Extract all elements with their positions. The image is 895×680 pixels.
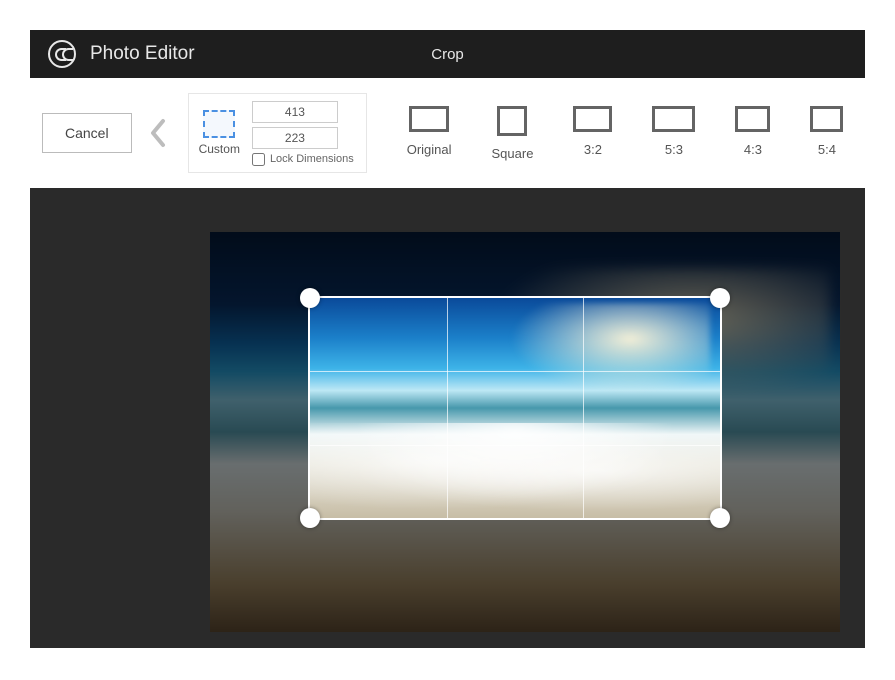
preset-4-3[interactable]: 4:3 (735, 106, 770, 161)
preset-shape-icon (409, 106, 449, 132)
custom-preset[interactable]: Custom (199, 110, 240, 156)
crop-handle-br[interactable] (710, 508, 730, 528)
preset-square[interactable]: Square (492, 106, 534, 161)
chevron-left-icon (149, 118, 167, 148)
preset-label: Original (407, 142, 452, 157)
preset-shape-icon (735, 106, 770, 132)
preset-label: 3:2 (584, 142, 602, 157)
app-window: Photo Editor Crop Cancel Custom Lock Dim… (30, 30, 865, 648)
grid-line-v2 (583, 298, 584, 518)
crop-handle-tr[interactable] (710, 288, 730, 308)
lock-dimensions-checkbox[interactable] (252, 153, 265, 166)
crop-clouds (510, 303, 710, 393)
width-input[interactable] (252, 101, 338, 123)
grid-line-h2 (310, 445, 720, 446)
dimension-inputs: Lock Dimensions (252, 101, 354, 166)
creative-cloud-icon (48, 40, 76, 68)
crop-toolbar: Cancel Custom Lock Dimensions Original Sq… (30, 78, 865, 188)
preset-label: 5:4 (818, 142, 836, 157)
crop-handle-bl[interactable] (300, 508, 320, 528)
preset-5-3[interactable]: 5:3 (652, 106, 695, 161)
crop-handle-tl[interactable] (300, 288, 320, 308)
preset-shape-icon (573, 106, 612, 132)
custom-crop-icon (203, 110, 235, 138)
app-title: Photo Editor (90, 43, 195, 65)
preset-label: 5:3 (665, 142, 683, 157)
preset-label: 4:3 (744, 142, 762, 157)
preset-shape-icon (497, 106, 527, 136)
preset-3-2[interactable]: 3:2 (573, 106, 612, 161)
grid-line-v1 (447, 298, 448, 518)
header: Photo Editor Crop (30, 30, 865, 78)
crop-waves (310, 423, 720, 518)
grid-line-h1 (310, 371, 720, 372)
preset-shape-icon (652, 106, 695, 132)
custom-crop-group: Custom Lock Dimensions (188, 93, 367, 173)
preset-shape-icon (810, 106, 843, 132)
custom-label: Custom (199, 142, 240, 156)
cancel-button[interactable]: Cancel (42, 113, 132, 153)
aspect-presets: Original Square 3:2 5:3 4:3 5:4 (407, 106, 844, 161)
back-button[interactable] (148, 116, 168, 150)
mode-label: Crop (431, 46, 464, 63)
height-input[interactable] (252, 127, 338, 149)
preset-original[interactable]: Original (407, 106, 452, 161)
lock-dimensions-label: Lock Dimensions (270, 153, 354, 165)
preset-label: Square (492, 146, 534, 161)
crop-box[interactable] (310, 298, 720, 518)
preset-5-4[interactable]: 5:4 (810, 106, 843, 161)
lock-dimensions-row[interactable]: Lock Dimensions (252, 153, 354, 166)
canvas-area (30, 188, 865, 648)
